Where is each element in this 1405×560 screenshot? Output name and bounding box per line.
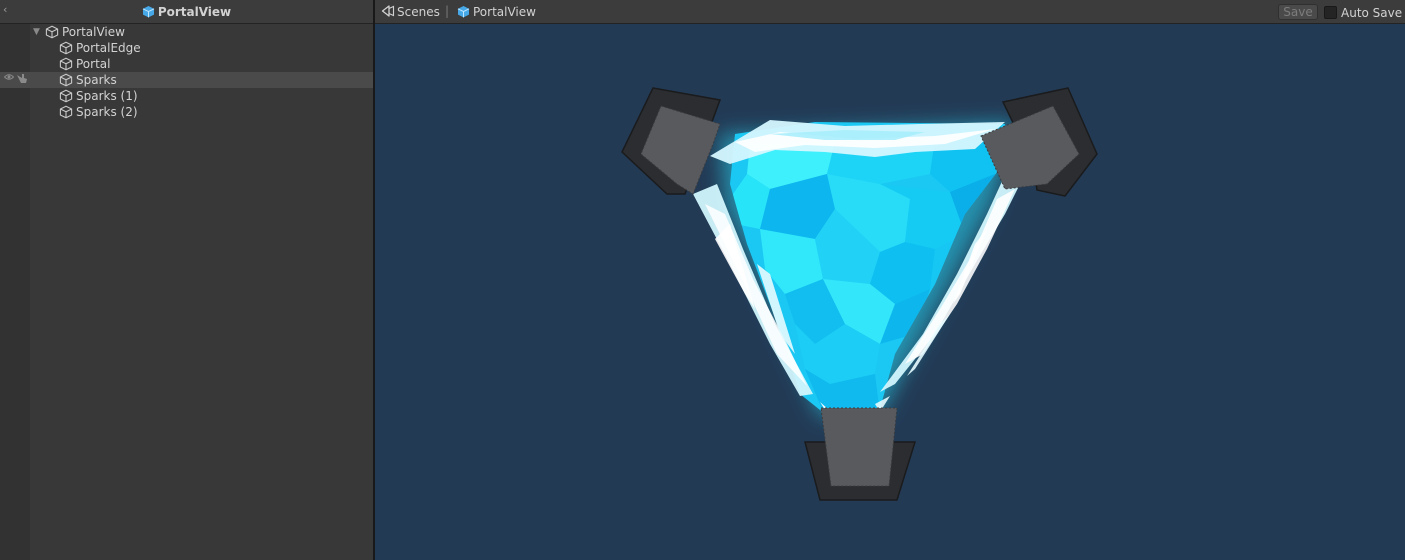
autosave-checkbox[interactable] xyxy=(1324,6,1337,19)
hierarchy-item-portaledge[interactable]: PortalEdge xyxy=(0,40,373,56)
cube-icon xyxy=(59,105,73,123)
scene-viewport[interactable] xyxy=(375,24,1405,560)
eye-icon[interactable] xyxy=(3,72,15,88)
portal-scene-graphic xyxy=(621,87,1098,501)
hierarchy-item-label: PortalEdge xyxy=(76,41,141,55)
top-left-emitter-block xyxy=(621,87,722,195)
hierarchy-title: PortalView xyxy=(157,5,232,19)
bottom-emitter-block xyxy=(804,407,917,501)
save-button[interactable]: Save xyxy=(1278,4,1318,20)
breadcrumb-prefab[interactable]: PortalView xyxy=(473,5,536,19)
prefab-cube-icon xyxy=(457,5,470,21)
hierarchy-item-label: Sparks xyxy=(76,73,117,87)
hierarchy-header: ‹ PortalView xyxy=(0,0,373,24)
hierarchy-item-sparks[interactable]: Sparks xyxy=(0,72,373,88)
scenes-icon[interactable] xyxy=(381,5,395,21)
prefab-cube-icon xyxy=(142,2,155,26)
hierarchy-item-label: Sparks (2) xyxy=(76,105,138,119)
autosave-label: Auto Save xyxy=(1341,6,1403,20)
breadcrumb-separator: | xyxy=(445,4,450,18)
hierarchy-item-portalview[interactable]: ▼ PortalView xyxy=(0,24,373,40)
hierarchy-item-label: Portal xyxy=(76,57,111,71)
hierarchy-item-label: Sparks (1) xyxy=(76,89,138,103)
hierarchy-item-portal[interactable]: Portal xyxy=(0,56,373,72)
expand-arrow-icon[interactable]: ▼ xyxy=(33,24,40,40)
hierarchy-panel: ‹ PortalView ▼ PortalView PortalEdge Por… xyxy=(0,0,373,560)
hierarchy-item-label: PortalView xyxy=(62,25,125,39)
hierarchy-item-sparks-1[interactable]: Sparks (1) xyxy=(0,88,373,104)
scene-toolbar: Scenes | PortalView Save Auto Save xyxy=(375,0,1405,24)
hierarchy-list: ▼ PortalView PortalEdge Portal Sparks Sp… xyxy=(0,24,373,120)
breadcrumb-scenes[interactable]: Scenes xyxy=(397,5,440,19)
hierarchy-item-sparks-2[interactable]: Sparks (2) xyxy=(0,104,373,120)
hierarchy-title-area: PortalView xyxy=(0,0,373,24)
